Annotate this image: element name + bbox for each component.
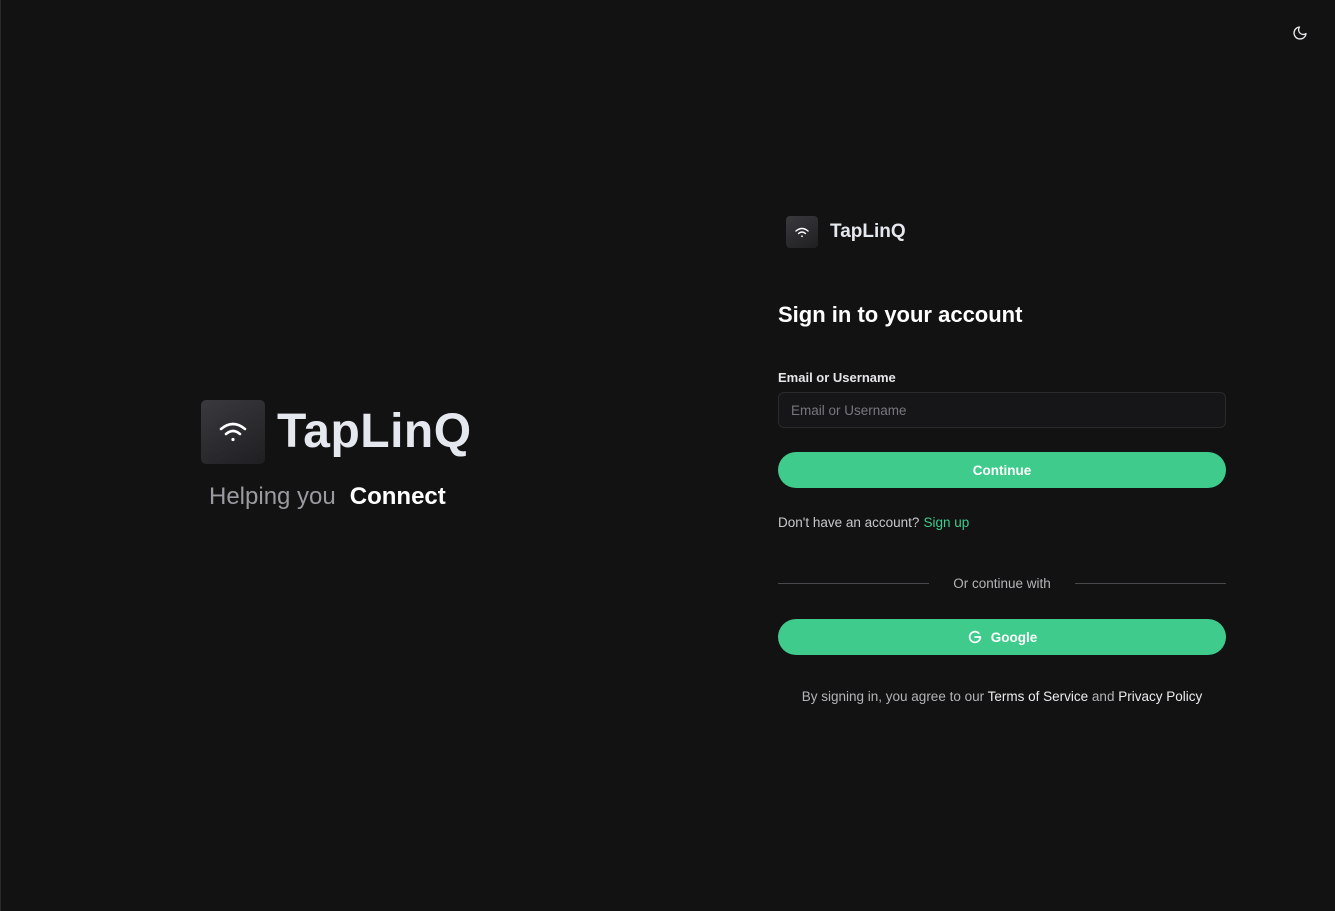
form-app-name: TapLinQ [830,221,906,242]
hero-brand: TapLinQ [201,400,472,464]
no-account-text: Don't have an account? [778,515,920,530]
form-logo [786,216,818,248]
continue-button[interactable]: Continue [778,452,1226,488]
signup-prompt: Don't have an account? Sign up [778,515,1226,530]
hero-app-name: TapLinQ [277,405,472,458]
privacy-policy-link[interactable]: Privacy Policy [1118,689,1202,704]
divider: Or continue with [778,576,1227,591]
signup-link[interactable]: Sign up [923,515,969,530]
tagline-strong: Connect [349,483,446,510]
login-page: TapLinQ Helping you Connect TapLinQ Sign … [0,0,1335,911]
wifi-icon [219,422,247,442]
wifi-icon [795,227,809,237]
hero-logo [201,400,265,464]
signin-form: TapLinQ Sign in to your account Email or… [778,216,1227,704]
divider-text: Or continue with [953,576,1051,591]
google-label: Google [990,629,1038,645]
form-brand: TapLinQ [786,216,1226,248]
terms-and: and [1091,689,1115,704]
theme-toggle-button[interactable] [1289,22,1311,44]
terms-of-service-link[interactable]: Terms of Service [988,689,1089,704]
terms-prefix: By signing in, you agree to our [801,689,985,704]
google-signin-button[interactable]: Google [778,619,1226,655]
email-field[interactable] [778,392,1226,428]
divider-line-right [1074,583,1227,584]
hero-tagline: Helping you Connect [209,482,472,512]
tagline-muted: Helping you [209,483,336,510]
terms-notice: By signing in, you agree to our Terms of… [778,689,1226,704]
page-title: Sign in to your account [778,302,1023,327]
divider-line-left [778,583,930,584]
moon-icon [1293,26,1307,40]
email-field-label: Email or Username [778,370,896,385]
hero-section: TapLinQ Helping you Connect [201,400,472,512]
google-icon [967,629,983,645]
